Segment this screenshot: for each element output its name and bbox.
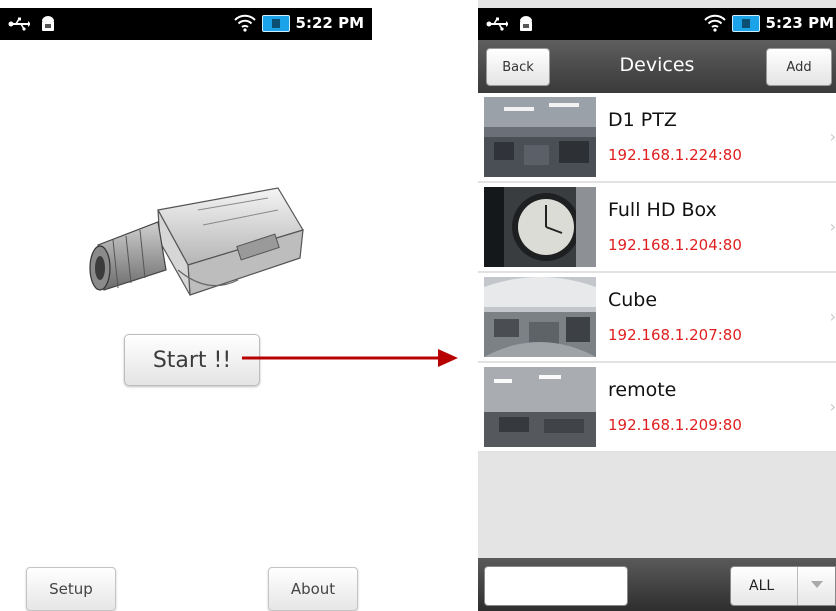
about-button[interactable]: About [268,567,358,611]
dropdown-arrow-icon[interactable] [811,581,823,588]
device-address: 192.168.1.209:80 [608,416,742,434]
android-debug-icon [42,16,54,31]
device-list: D1 PTZ 192.168.1.224:80 › Full HD Box 19… [478,93,836,453]
filter-input[interactable] [484,566,628,606]
devices-screen: 5:23 PM Back Devices Add D1 PTZ 192.168.… [478,0,836,611]
status-bar: 5:22 PM [0,8,372,40]
device-row[interactable]: D1 PTZ 192.168.1.224:80 › [478,93,836,183]
battery-icon [261,14,290,32]
device-row[interactable]: Cube 192.168.1.207:80 › [478,273,836,363]
chevron-right-icon: › [829,127,836,146]
wifi-icon [703,14,726,32]
bottom-toolbar: ALL [478,558,836,611]
device-name: remote [608,379,677,401]
launcher-screen: 5:22 PM Start !! Setup About [0,0,372,611]
device-name: D1 PTZ [608,109,677,131]
usb-icon [8,17,30,31]
chevron-right-icon: › [829,307,836,326]
device-address: 192.168.1.204:80 [608,236,742,254]
wifi-icon [233,14,256,32]
device-thumbnail [484,277,596,357]
usb-icon [486,17,508,31]
select-divider [797,567,798,605]
android-debug-icon [520,16,532,31]
group-select-value: ALL [749,578,775,594]
device-thumbnail [484,367,596,447]
status-bar: 5:23 PM [478,8,836,40]
navigation-bar: Back Devices Add [478,40,836,93]
device-address: 192.168.1.224:80 [608,146,742,164]
device-name: Full HD Box [608,199,717,221]
status-time: 5:22 PM [295,14,364,32]
transition-arrow-icon [242,349,458,367]
add-button[interactable]: Add [766,48,832,86]
device-row[interactable]: Full HD Box 192.168.1.204:80 › [478,183,836,273]
battery-icon [731,14,760,32]
status-time: 5:23 PM [765,14,834,32]
group-select[interactable]: ALL [730,566,836,606]
device-thumbnail [484,187,596,267]
device-row[interactable]: remote 192.168.1.209:80 › [478,363,836,453]
setup-button[interactable]: Setup [26,567,116,611]
chevron-right-icon: › [829,397,836,416]
chevron-right-icon: › [829,217,836,236]
camera-illustration [89,187,304,296]
device-thumbnail [484,97,596,177]
device-address: 192.168.1.207:80 [608,326,742,344]
device-name: Cube [608,289,658,311]
